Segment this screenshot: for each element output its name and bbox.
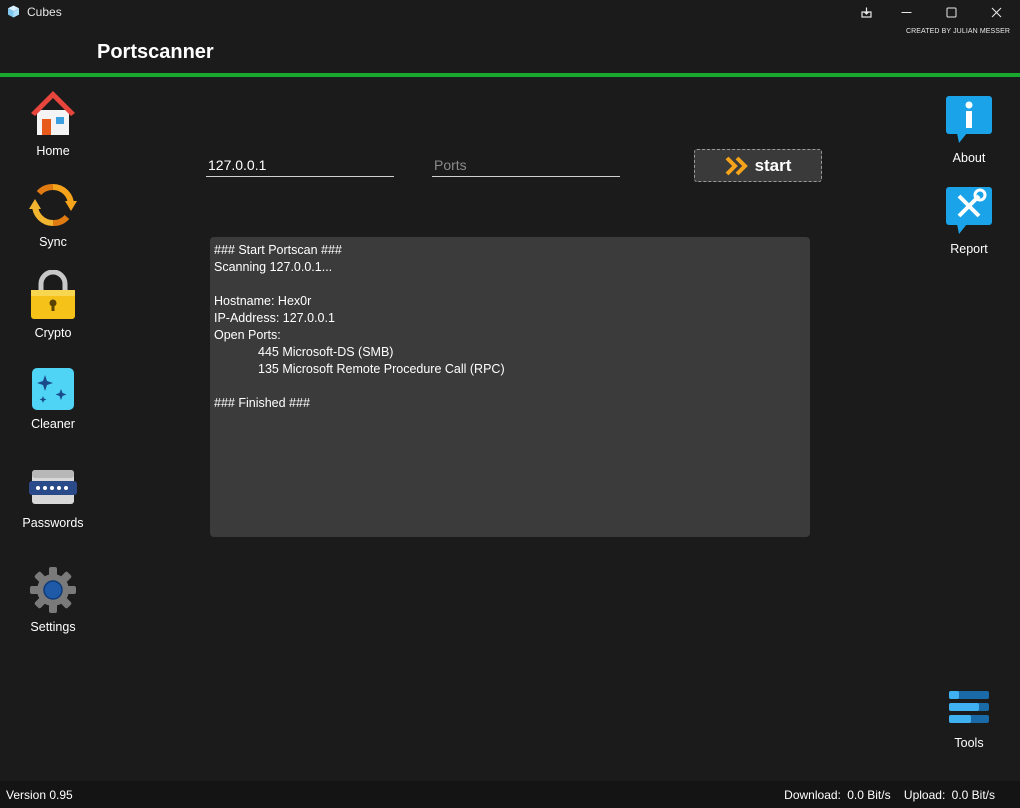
- start-button-label: start: [754, 155, 792, 175]
- lock-icon: [31, 270, 75, 319]
- sidebar-item-sync[interactable]: Sync: [8, 181, 98, 249]
- start-button[interactable]: start: [694, 149, 822, 182]
- window-title: Cubes: [27, 5, 62, 19]
- close-button[interactable]: [974, 0, 1018, 24]
- status-bar: Version 0.95 Download: 0.0 Bit/s Upload:…: [0, 781, 1020, 808]
- sidebar-item-report[interactable]: Report: [924, 186, 1014, 256]
- upload-label: Upload:: [903, 788, 946, 802]
- wrench-icon: [946, 187, 992, 234]
- sidebar-item-label: Sync: [39, 235, 67, 249]
- info-icon: [946, 96, 992, 143]
- sidebar-item-label: About: [952, 151, 986, 165]
- sync-icon: [29, 184, 77, 226]
- sidebar-item-home[interactable]: Home: [8, 88, 98, 158]
- ports-input[interactable]: [432, 154, 620, 177]
- maximize-button[interactable]: [929, 0, 973, 24]
- page-title: Portscanner: [97, 41, 214, 63]
- tools-icon: [949, 691, 989, 723]
- sidebar-item-label: Crypto: [34, 326, 72, 340]
- credit-text: CREATED BY JULIAN MESSER: [905, 28, 1010, 35]
- title-bar: Cubes: [0, 0, 1020, 24]
- upload-value: 0.0 Bit/s: [951, 788, 995, 802]
- output-line: ### Start Portscan ###: [214, 243, 342, 257]
- sidebar-item-label: Report: [950, 242, 988, 256]
- sidebar-item-settings[interactable]: Settings: [8, 566, 98, 634]
- ip-address-input[interactable]: [206, 154, 394, 177]
- maximize-icon: [946, 7, 956, 17]
- password-icon: [29, 470, 77, 504]
- download-icon: [860, 7, 872, 18]
- sidebar-item-passwords[interactable]: Passwords: [8, 466, 98, 530]
- minimize-button[interactable]: [884, 0, 928, 24]
- close-icon: [991, 7, 1001, 17]
- sidebar-item-label: Tools: [954, 736, 984, 750]
- sidebar-item-crypto[interactable]: Crypto: [8, 270, 98, 340]
- output-line: 135 Microsoft Remote Procedure Call (RPC…: [258, 362, 505, 376]
- output-line: Scanning 127.0.0.1...: [214, 260, 333, 274]
- gear-icon: [30, 567, 76, 613]
- output-line: 445 Microsoft-DS (SMB): [258, 345, 394, 359]
- home-icon: [31, 91, 75, 135]
- accent-divider: [0, 73, 1020, 77]
- version-label: Version 0.95: [6, 788, 73, 802]
- sidebar-item-about[interactable]: About: [924, 95, 1014, 165]
- sidebar-item-cleaner[interactable]: Cleaner: [8, 367, 98, 431]
- sparkle-icon: [32, 368, 74, 410]
- output-line: Open Ports:: [214, 328, 281, 342]
- minimize-icon: [901, 11, 911, 13]
- output-line: ### Finished ###: [214, 396, 310, 410]
- download-value: 0.0 Bit/s: [847, 788, 891, 802]
- pin-button[interactable]: [844, 0, 888, 24]
- sidebar-item-tools[interactable]: Tools: [924, 690, 1014, 750]
- download-label: Download:: [784, 788, 841, 802]
- sidebar-item-label: Cleaner: [31, 417, 75, 431]
- sidebar-item-label: Passwords: [22, 516, 84, 530]
- double-chevron-right-icon: [725, 156, 748, 175]
- sidebar-item-label: Settings: [30, 620, 76, 634]
- output-line: IP-Address: 127.0.0.1: [214, 311, 335, 325]
- network-stats: Download: 0.0 Bit/s Upload: 0.0 Bit/s: [781, 788, 995, 802]
- scan-output[interactable]: ### Start Portscan ### Scanning 127.0.0.1…: [210, 237, 810, 537]
- cube-icon: [8, 5, 19, 18]
- output-line: Hostname: Hex0r: [214, 294, 312, 308]
- sidebar-item-label: Home: [36, 144, 70, 158]
